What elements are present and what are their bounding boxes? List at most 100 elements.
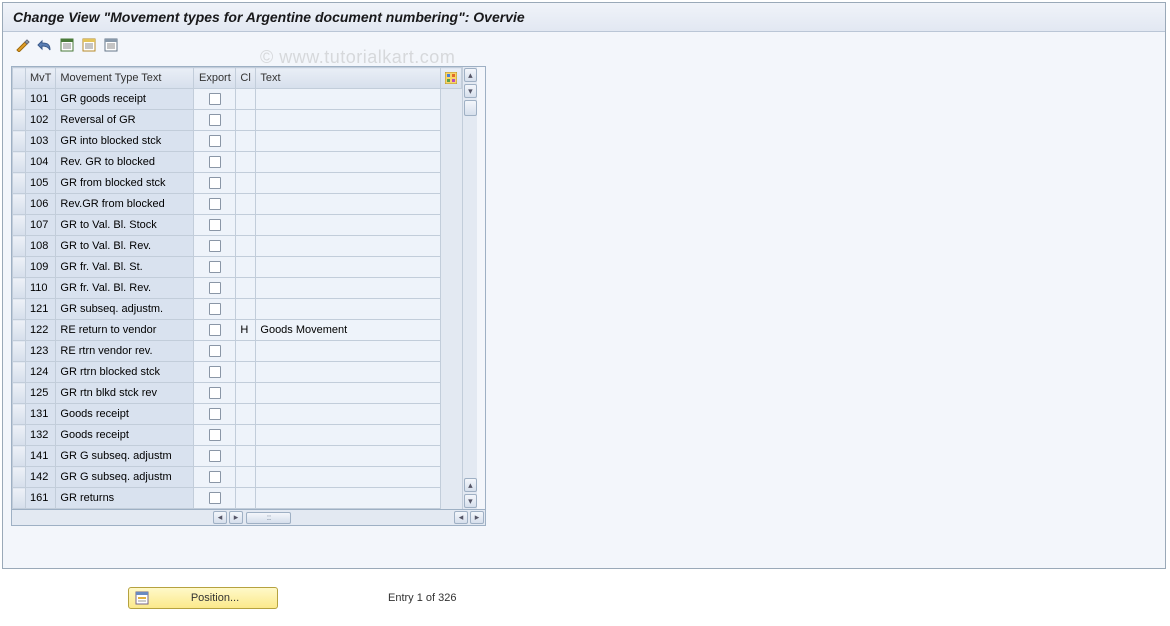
- cell-mvt[interactable]: 109: [26, 257, 56, 278]
- row-selector[interactable]: [13, 131, 26, 152]
- cell-cl[interactable]: [236, 467, 256, 488]
- cell-cl[interactable]: [236, 131, 256, 152]
- cell-export[interactable]: [194, 194, 236, 215]
- cell-export[interactable]: [194, 488, 236, 509]
- cell-text[interactable]: [256, 446, 441, 467]
- export-checkbox[interactable]: [209, 408, 221, 420]
- row-selector[interactable]: [13, 89, 26, 110]
- export-checkbox[interactable]: [209, 429, 221, 441]
- cell-text[interactable]: [256, 194, 441, 215]
- cell-text[interactable]: [256, 215, 441, 236]
- export-checkbox[interactable]: [209, 156, 221, 168]
- cell-text[interactable]: [256, 341, 441, 362]
- col-header-desc[interactable]: Movement Type Text: [56, 68, 194, 89]
- export-checkbox[interactable]: [209, 240, 221, 252]
- cell-cl[interactable]: [236, 404, 256, 425]
- cell-text[interactable]: [256, 404, 441, 425]
- row-selector[interactable]: [13, 320, 26, 341]
- cell-mvt[interactable]: 103: [26, 131, 56, 152]
- table-settings-button[interactable]: [101, 36, 121, 54]
- cell-mvt[interactable]: 104: [26, 152, 56, 173]
- cell-export[interactable]: [194, 341, 236, 362]
- cell-export[interactable]: [194, 362, 236, 383]
- cell-text[interactable]: [256, 257, 441, 278]
- export-checkbox[interactable]: [209, 219, 221, 231]
- cell-desc[interactable]: Rev.GR from blocked: [56, 194, 194, 215]
- col-header-mvt[interactable]: MvT: [26, 68, 56, 89]
- cell-mvt[interactable]: 132: [26, 425, 56, 446]
- cell-text[interactable]: [256, 89, 441, 110]
- cell-export[interactable]: [194, 110, 236, 131]
- cell-mvt[interactable]: 142: [26, 467, 56, 488]
- cell-export[interactable]: [194, 383, 236, 404]
- row-selector[interactable]: [13, 425, 26, 446]
- cell-export[interactable]: [194, 257, 236, 278]
- cell-desc[interactable]: Rev. GR to blocked: [56, 152, 194, 173]
- cell-cl[interactable]: H: [236, 320, 256, 341]
- row-selector[interactable]: [13, 236, 26, 257]
- hscroll-track[interactable]: :::: [244, 510, 453, 525]
- cell-cl[interactable]: [236, 89, 256, 110]
- row-selector[interactable]: [13, 152, 26, 173]
- cell-mvt[interactable]: 107: [26, 215, 56, 236]
- cell-desc[interactable]: GR fr. Val. Bl. St.: [56, 257, 194, 278]
- scroll-thumb[interactable]: [464, 100, 477, 116]
- cell-export[interactable]: [194, 131, 236, 152]
- cell-export[interactable]: [194, 215, 236, 236]
- cell-mvt[interactable]: 124: [26, 362, 56, 383]
- row-selector[interactable]: [13, 383, 26, 404]
- cell-mvt[interactable]: 110: [26, 278, 56, 299]
- cell-text[interactable]: [256, 236, 441, 257]
- cell-mvt[interactable]: 123: [26, 341, 56, 362]
- cell-text[interactable]: [256, 110, 441, 131]
- deselect-all-button[interactable]: [79, 36, 99, 54]
- cell-cl[interactable]: [236, 278, 256, 299]
- export-checkbox[interactable]: [209, 198, 221, 210]
- cell-desc[interactable]: GR rtrn blocked stck: [56, 362, 194, 383]
- undo-button[interactable]: [35, 36, 55, 54]
- cell-text[interactable]: [256, 425, 441, 446]
- cell-cl[interactable]: [236, 299, 256, 320]
- row-selector[interactable]: [13, 215, 26, 236]
- cell-export[interactable]: [194, 446, 236, 467]
- cell-cl[interactable]: [236, 446, 256, 467]
- cell-mvt[interactable]: 106: [26, 194, 56, 215]
- export-checkbox[interactable]: [209, 282, 221, 294]
- scroll-top-button[interactable]: ▴: [464, 68, 477, 82]
- row-selector[interactable]: [13, 341, 26, 362]
- row-selector[interactable]: [13, 446, 26, 467]
- export-checkbox[interactable]: [209, 303, 221, 315]
- hscroll-right2-button[interactable]: ▸: [470, 511, 484, 524]
- select-all-button[interactable]: [57, 36, 77, 54]
- cell-text[interactable]: [256, 278, 441, 299]
- export-checkbox[interactable]: [209, 135, 221, 147]
- cell-cl[interactable]: [236, 257, 256, 278]
- cell-cl[interactable]: [236, 194, 256, 215]
- cell-text[interactable]: [256, 299, 441, 320]
- cell-desc[interactable]: GR from blocked stck: [56, 173, 194, 194]
- export-checkbox[interactable]: [209, 114, 221, 126]
- cell-cl[interactable]: [236, 341, 256, 362]
- cell-export[interactable]: [194, 152, 236, 173]
- export-checkbox[interactable]: [209, 450, 221, 462]
- export-checkbox[interactable]: [209, 366, 221, 378]
- position-button[interactable]: Position...: [128, 587, 278, 609]
- cell-mvt[interactable]: 121: [26, 299, 56, 320]
- cell-export[interactable]: [194, 89, 236, 110]
- cell-desc[interactable]: GR goods receipt: [56, 89, 194, 110]
- export-checkbox[interactable]: [209, 324, 221, 336]
- vertical-scrollbar[interactable]: ▴ ▾ ▴ ▾: [462, 67, 477, 509]
- cell-cl[interactable]: [236, 488, 256, 509]
- col-header-cl[interactable]: Cl: [236, 68, 256, 89]
- scroll-down-button[interactable]: ▴: [464, 478, 477, 492]
- cell-export[interactable]: [194, 278, 236, 299]
- cell-export[interactable]: [194, 404, 236, 425]
- cell-desc[interactable]: RE return to vendor: [56, 320, 194, 341]
- cell-desc[interactable]: RE rtrn vendor rev.: [56, 341, 194, 362]
- cell-mvt[interactable]: 125: [26, 383, 56, 404]
- export-checkbox[interactable]: [209, 93, 221, 105]
- row-selector[interactable]: [13, 110, 26, 131]
- cell-export[interactable]: [194, 299, 236, 320]
- export-checkbox[interactable]: [209, 345, 221, 357]
- cell-cl[interactable]: [236, 362, 256, 383]
